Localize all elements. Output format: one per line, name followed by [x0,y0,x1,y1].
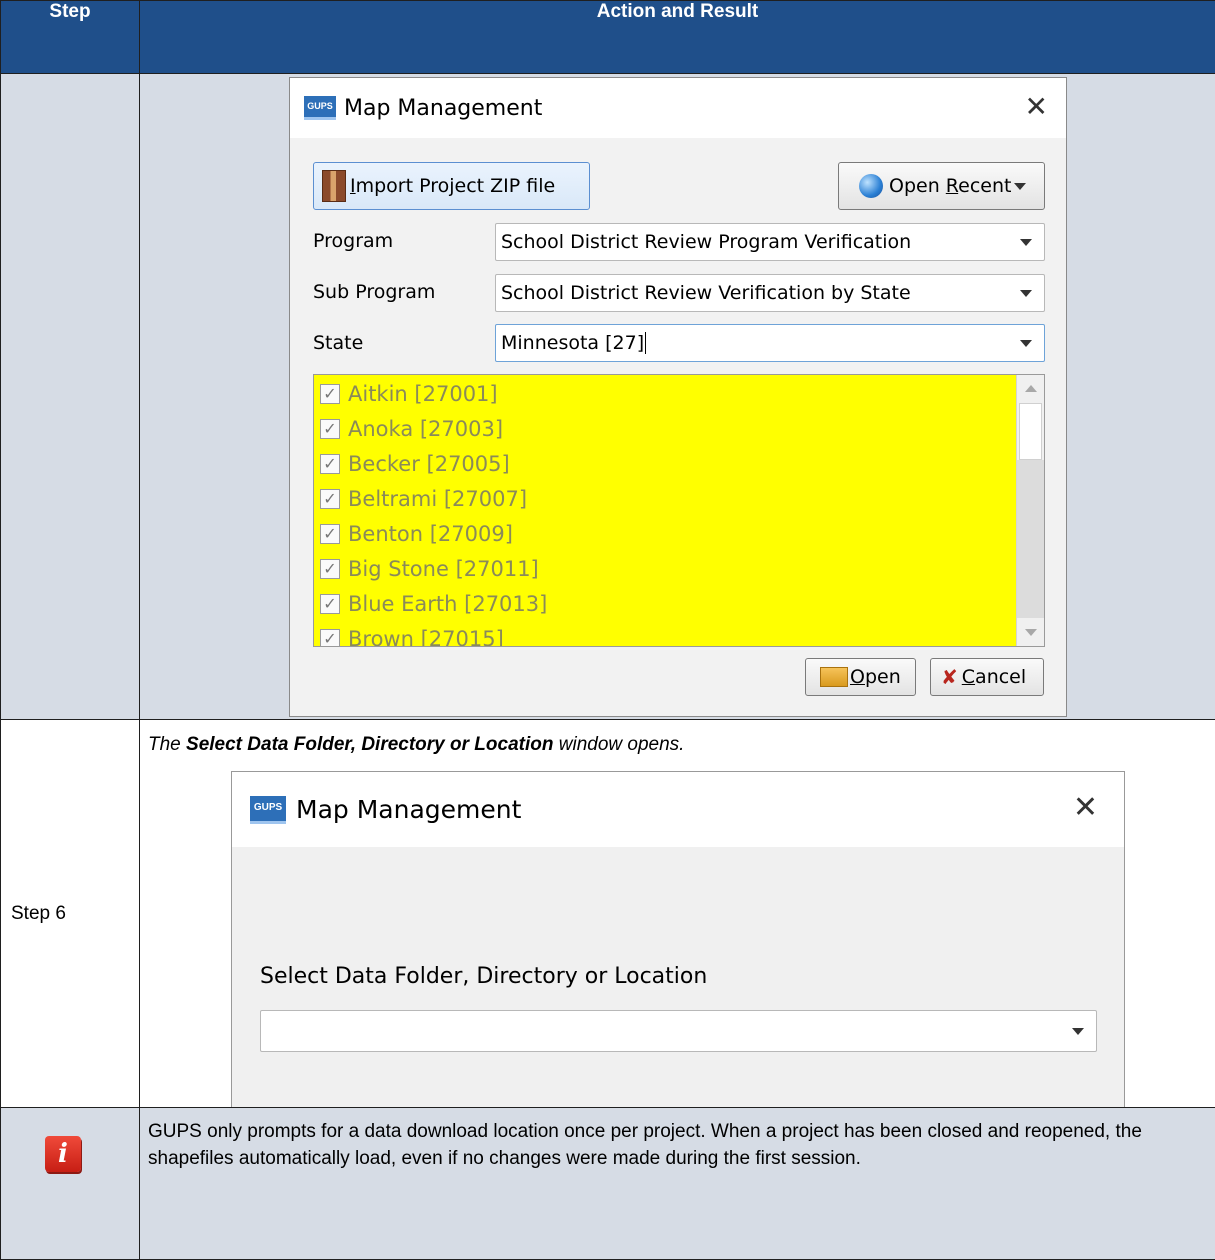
county-label: Becker [27005] [348,452,510,476]
county-list[interactable]: ✓ Aitkin [27001] ✓ Anoka [27003] ✓ Becker [27… [313,374,1045,647]
open-button[interactable]: Open [805,658,916,696]
state-label: State [313,332,363,354]
gups-logo-icon: GUPS [304,96,336,120]
county-label: Anoka [27003] [348,417,503,441]
dialog-titlebar: GUPS Map Management ✕ [290,78,1066,138]
list-item[interactable]: ✓ Anoka [27003] [314,411,1044,446]
map-management-dialog: GUPS Map Management ✕ Import Project ZIP… [289,77,1067,717]
row2-action-cell: The Select Data Folder, Directory or Loc… [140,720,1215,1108]
row-dialog-map-management: GUPS Map Management ✕ Import Project ZIP… [1,74,1215,720]
data-folder-select[interactable] [260,1010,1097,1052]
program-value: School District Review Program Verificat… [501,231,911,253]
header-row: Step Action and Result [1,1,1215,74]
header-action: Action and Result [140,1,1215,74]
checkbox-checked-icon[interactable]: ✓ [320,489,340,509]
dialog2-title: Map Management [296,795,521,824]
select-data-folder-dialog: GUPS Map Management ✕ Select Data Folder… [231,771,1125,1107]
list-item[interactable]: ✓ Brown [27015] [314,621,1044,647]
program-label: Program [313,230,393,252]
step-6-label: Step 6 [1,720,140,1108]
data-folder-label: Select Data Folder, Directory or Locatio… [260,964,707,989]
list-item[interactable]: ✓ Aitkin [27001] [314,376,1044,411]
import-label: Import Project ZIP file [350,175,555,197]
chevron-down-icon [1020,239,1032,246]
folder-icon [820,667,848,687]
county-label: Beltrami [27007] [348,487,527,511]
list-item[interactable]: ✓ Benton [27009] [314,516,1044,551]
checkbox-checked-icon[interactable]: ✓ [320,419,340,439]
checkbox-checked-icon[interactable]: ✓ [320,384,340,404]
list-scrollbar[interactable] [1016,375,1044,646]
note-row: i GUPS only prompts for a data download … [1,1108,1215,1260]
subprogram-select[interactable]: School District Review Verification by S… [495,274,1045,312]
county-label: Blue Earth [27013] [348,592,547,616]
gups-logo-icon: GUPS [250,796,286,824]
dialog-title: Map Management [344,96,542,121]
header-step: Step [1,1,140,74]
dropdown-arrow-icon [1014,183,1026,190]
scroll-down-icon[interactable] [1025,629,1037,636]
state-select[interactable]: Minnesota [27] [495,324,1045,362]
scroll-track[interactable] [1017,460,1044,618]
close-icon[interactable]: ✕ [1073,790,1098,825]
row1-step-cell [1,74,140,720]
note-text: GUPS only prompts for a data download lo… [140,1108,1215,1260]
county-label: Brown [27015] [348,627,504,648]
chevron-down-icon [1020,340,1032,347]
zip-archive-icon [322,170,346,202]
checkbox-checked-icon[interactable]: ✓ [320,629,340,648]
subprogram-label: Sub Program [313,281,435,303]
checkbox-checked-icon[interactable]: ✓ [320,594,340,614]
dialog2-titlebar: GUPS Map Management ✕ [232,772,1124,847]
checkbox-checked-icon[interactable]: ✓ [320,454,340,474]
county-label: Benton [27009] [348,522,513,546]
checkbox-checked-icon[interactable]: ✓ [320,524,340,544]
checkbox-checked-icon[interactable]: ✓ [320,559,340,579]
chevron-down-icon [1072,1028,1084,1035]
row1-action-cell: GUPS Map Management ✕ Import Project ZIP… [140,74,1215,720]
procedure-table: Step Action and Result GUPS Map Manageme… [0,0,1215,1260]
row-step-6: Step 6 The Select Data Folder, Directory… [1,720,1215,1108]
cancel-x-icon: ✘ [941,665,958,689]
list-item[interactable]: ✓ Becker [27005] [314,446,1044,481]
program-select[interactable]: School District Review Program Verificat… [495,223,1045,261]
step-6-caption: The Select Data Folder, Directory or Loc… [148,734,684,756]
note-icon-cell: i [1,1108,140,1260]
subprogram-value: School District Review Verification by S… [501,282,911,304]
county-label: Big Stone [27011] [348,557,539,581]
scroll-thumb[interactable] [1019,403,1042,460]
list-item[interactable]: ✓ Beltrami [27007] [314,481,1044,516]
open-recent-button[interactable]: Open Recent [838,162,1045,210]
globe-icon [859,174,883,198]
import-project-zip-button[interactable]: Import Project ZIP file [313,162,590,210]
chevron-down-icon [1020,290,1032,297]
info-icon: i [45,1136,81,1172]
county-label: Aitkin [27001] [348,382,498,406]
scroll-up-icon[interactable] [1025,385,1037,392]
close-icon[interactable]: ✕ [1025,90,1048,123]
text-caret [645,332,646,354]
list-item[interactable]: ✓ Blue Earth [27013] [314,586,1044,621]
state-value: Minnesota [27] [501,332,644,354]
cancel-button[interactable]: ✘ Cancel [930,658,1044,696]
list-item[interactable]: ✓ Big Stone [27011] [314,551,1044,586]
